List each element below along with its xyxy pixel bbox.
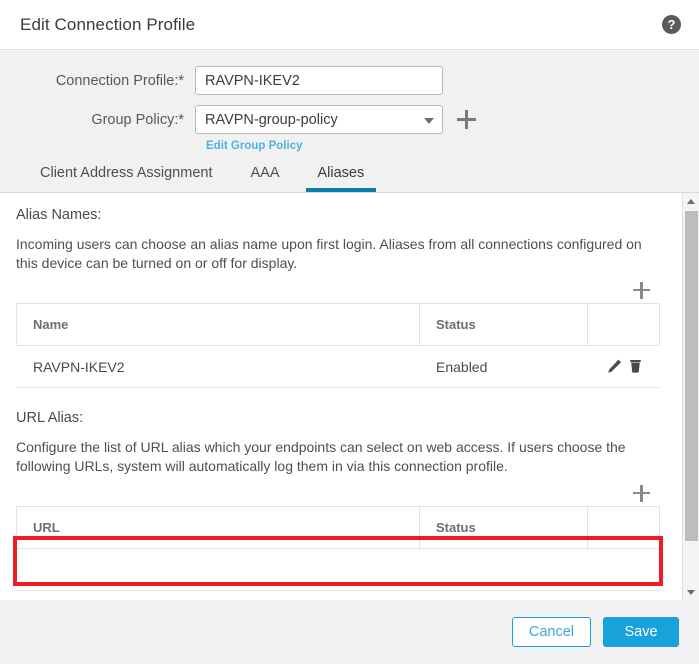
connection-profile-label: Connection Profile:* xyxy=(55,72,184,89)
edit-group-policy-link[interactable]: Edit Group Policy xyxy=(206,140,302,152)
add-group-policy-button[interactable] xyxy=(457,110,476,129)
chevron-down-icon[interactable] xyxy=(683,584,699,600)
url-alias-toolbar xyxy=(16,480,660,506)
table-header-row: Name Status xyxy=(16,303,660,346)
group-policy-selected-value[interactable]: RAVPN-group-policy xyxy=(195,105,443,134)
alias-names-title: Alias Names: xyxy=(16,207,102,223)
vertical-scrollbar[interactable] xyxy=(682,193,699,600)
chevron-up-icon[interactable] xyxy=(683,193,699,209)
cell-empty-url xyxy=(16,548,420,591)
alias-names-table: Name Status RAVPN-IKEV2 Enabled xyxy=(16,303,660,388)
save-button[interactable]: Save xyxy=(603,617,679,647)
cell-alias-status: Enabled xyxy=(419,345,588,388)
column-header-actions xyxy=(587,303,660,346)
tab-client-address-assignment[interactable]: Client Address Assignment xyxy=(28,165,224,192)
page-title: Edit Connection Profile xyxy=(20,14,196,34)
cell-alias-name: RAVPN-IKEV2 xyxy=(16,345,420,388)
row-action-group xyxy=(604,358,659,375)
tab-content-panel: Alias Names: Incoming users can choose a… xyxy=(0,192,699,600)
url-alias-title: URL Alias: xyxy=(16,410,84,426)
connection-profile-input[interactable] xyxy=(195,66,443,95)
dialog-footer: Cancel Save xyxy=(0,600,699,664)
column-header-url: URL xyxy=(16,506,420,549)
help-circle-icon[interactable]: ? xyxy=(662,15,681,34)
group-policy-select[interactable]: RAVPN-group-policy xyxy=(195,105,443,134)
table-header-row: URL Status xyxy=(16,506,660,549)
tab-bar: Client Address Assignment AAA Aliases xyxy=(0,160,699,192)
table-row[interactable]: RAVPN-IKEV2 Enabled xyxy=(16,345,660,388)
group-policy-row: Group Policy:* RAVPN-group-policy xyxy=(0,105,699,134)
scrollbar-thumb[interactable] xyxy=(684,211,698,541)
scrollbar-track[interactable] xyxy=(683,209,699,584)
column-header-name: Name xyxy=(16,303,420,346)
alias-names-toolbar xyxy=(16,277,660,303)
url-alias-description: Configure the list of URL alias which yo… xyxy=(16,439,626,474)
edit-group-policy-row: Edit Group Policy xyxy=(0,140,699,152)
group-policy-label: Group Policy:* xyxy=(91,111,184,128)
cell-row-actions xyxy=(587,345,660,388)
edit-connection-profile-dialog: Edit Connection Profile ? Connection Pro… xyxy=(0,0,699,664)
cancel-button[interactable]: Cancel xyxy=(511,617,591,647)
add-url-alias-button[interactable] xyxy=(633,484,650,502)
pencil-icon[interactable] xyxy=(606,358,623,375)
table-empty-row xyxy=(16,548,660,591)
url-alias-table: URL Status xyxy=(16,506,660,591)
dialog-header: Edit Connection Profile ? xyxy=(0,0,699,50)
aliases-content: Alias Names: Incoming users can choose a… xyxy=(0,193,682,600)
profile-form: Connection Profile:* Group Policy:* RAVP… xyxy=(0,50,699,192)
tab-aaa[interactable]: AAA xyxy=(238,165,291,192)
cell-empty-actions xyxy=(587,548,660,591)
tab-aliases[interactable]: Aliases xyxy=(305,165,377,192)
cell-empty-status xyxy=(419,548,588,591)
column-header-status: Status xyxy=(419,506,588,549)
connection-profile-row: Connection Profile:* xyxy=(0,66,699,95)
alias-names-description: Incoming users can choose an alias name … xyxy=(16,236,642,271)
add-alias-name-button[interactable] xyxy=(633,281,650,299)
column-header-actions xyxy=(587,506,660,549)
column-header-status: Status xyxy=(419,303,588,346)
trash-icon[interactable] xyxy=(627,358,644,375)
